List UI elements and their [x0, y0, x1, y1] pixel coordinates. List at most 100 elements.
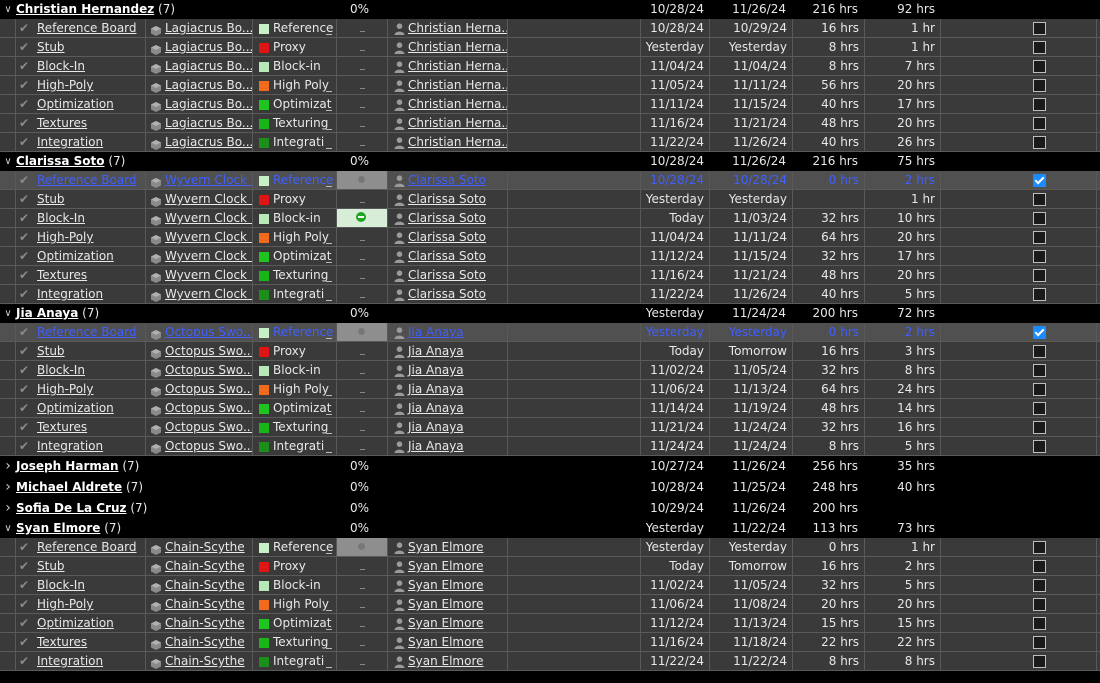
status-cell[interactable]: Reference — [253, 323, 337, 341]
task-name-cell[interactable]: ✔ Reference Board — [15, 171, 146, 189]
logged-cell[interactable]: 22 hrs — [865, 633, 941, 651]
assignee-cell[interactable]: Jia Anaya — [388, 361, 508, 379]
start-date-cell[interactable]: 11/06/24 — [641, 595, 710, 613]
bid-cell[interactable]: 32 hrs — [793, 209, 865, 227]
entity-cell[interactable]: Wyvern Clock ... — [146, 266, 253, 284]
checkbox-cell[interactable] — [941, 538, 1097, 556]
task-row[interactable]: ✔ High-Poly Lagiacrus Bo... High Poly Christ… — [0, 76, 1100, 95]
checkbox-cell[interactable] — [941, 557, 1097, 575]
status-cell[interactable]: Texturing — [253, 266, 337, 284]
entity-link[interactable]: Chain-Scythe — [165, 576, 245, 594]
task-name-cell[interactable]: ✔ Reference Board — [15, 323, 146, 341]
entity-cell[interactable]: Wyvern Clock ... — [146, 209, 253, 227]
entity-cell[interactable]: Octopus Swo... — [146, 342, 253, 360]
task-name-cell[interactable]: ✔ Textures — [15, 633, 146, 651]
bid-cell[interactable]: 40 hrs — [793, 285, 865, 303]
bid-cell[interactable] — [793, 190, 865, 208]
logged-cell[interactable]: 17 hrs — [865, 247, 941, 265]
entity-link[interactable]: Chain-Scythe — [165, 595, 245, 613]
row-checkbox[interactable] — [1033, 288, 1046, 301]
task-name-cell[interactable]: ✔ Textures — [15, 266, 146, 284]
logged-cell[interactable]: 26 hrs — [865, 133, 941, 151]
status-cell[interactable]: Optimizat — [253, 614, 337, 632]
task-name-cell[interactable]: ✔ Stub — [15, 557, 146, 575]
status-cell[interactable]: Proxy — [253, 190, 337, 208]
bid-cell[interactable]: 22 hrs — [793, 633, 865, 651]
checkbox-cell[interactable] — [941, 19, 1097, 37]
start-date-cell[interactable]: 11/11/24 — [641, 95, 710, 113]
group-row[interactable]: › Joseph Harman (7) 0% 10/27/24 11/26/24 256 … — [0, 456, 1100, 477]
task-name-link[interactable]: Textures — [37, 633, 87, 651]
logged-cell[interactable]: 2 hrs — [865, 323, 941, 341]
task-name-link[interactable]: Optimization — [37, 95, 114, 113]
status-cell[interactable]: High Poly — [253, 76, 337, 94]
task-name-cell[interactable]: ✔ Integration — [15, 133, 146, 151]
due-date-cell[interactable]: 11/21/24 — [710, 114, 793, 132]
assignee-link[interactable]: Christian Herna... — [408, 133, 507, 151]
status-cell[interactable]: Block-in — [253, 361, 337, 379]
status-cell[interactable]: Integrati — [253, 437, 337, 455]
entity-link[interactable]: Lagiacrus Bo... — [165, 133, 252, 151]
row-checkbox[interactable] — [1033, 345, 1046, 358]
assignee-cell[interactable]: Jia Anaya — [388, 399, 508, 417]
row-checkbox[interactable] — [1033, 440, 1046, 453]
row-checkbox[interactable] — [1033, 421, 1046, 434]
task-name-link[interactable]: Reference Board — [37, 538, 137, 556]
logged-cell[interactable]: 20 hrs — [865, 114, 941, 132]
task-row[interactable]: ✔ Optimization Wyvern Clock ... Optimizat Cl… — [0, 247, 1100, 266]
group-name-link[interactable]: Clarissa Soto — [16, 154, 104, 168]
logged-cell[interactable]: 24 hrs — [865, 380, 941, 398]
assignee-link[interactable]: Jia Anaya — [408, 380, 464, 398]
status-cell[interactable]: Texturing — [253, 114, 337, 132]
start-date-cell[interactable]: 11/06/24 — [641, 380, 710, 398]
chevron-right-icon[interactable]: › — [3, 456, 13, 477]
task-row[interactable]: ✔ Stub Octopus Swo... Proxy Jia Anaya Today To… — [0, 342, 1100, 361]
task-name-cell[interactable]: ✔ Integration — [15, 285, 146, 303]
task-name-cell[interactable]: ✔ Block-In — [15, 209, 146, 227]
task-name-cell[interactable]: ✔ Block-In — [15, 576, 146, 594]
entity-cell[interactable]: Octopus Swo... — [146, 418, 253, 436]
status-cell[interactable]: Integrati — [253, 285, 337, 303]
group-row[interactable]: ∨ Jia Anaya (7) 0% Yesterday 11/24/24 200 hrs… — [0, 304, 1100, 323]
assignee-cell[interactable]: Syan Elmore — [388, 595, 508, 613]
entity-cell[interactable]: Lagiacrus Bo... — [146, 114, 253, 132]
row-checkbox[interactable] — [1033, 250, 1046, 263]
task-name-link[interactable]: Block-In — [37, 209, 85, 227]
status-cell[interactable]: Block-in — [253, 57, 337, 75]
entity-link[interactable]: Octopus Swo... — [165, 361, 252, 379]
assignee-cell[interactable]: Syan Elmore — [388, 576, 508, 594]
pipeline-step-cell[interactable] — [337, 247, 388, 265]
task-name-link[interactable]: Optimization — [37, 399, 114, 417]
task-name-cell[interactable]: ✔ Stub — [15, 38, 146, 56]
row-checkbox[interactable] — [1033, 383, 1046, 396]
status-cell[interactable]: Proxy — [253, 38, 337, 56]
task-name-cell[interactable]: ✔ Stub — [15, 190, 146, 208]
assignee-link[interactable]: Christian Herna... — [408, 76, 507, 94]
entity-link[interactable]: Lagiacrus Bo... — [165, 76, 252, 94]
start-date-cell[interactable]: Yesterday — [641, 538, 710, 556]
group-row[interactable]: › Michael Aldrete (7) 0% 10/28/24 11/25/24 24… — [0, 477, 1100, 498]
assignee-link[interactable]: Jia Anaya — [408, 342, 464, 360]
due-date-cell[interactable]: 11/03/24 — [710, 209, 793, 227]
task-row[interactable]: ✔ Reference Board Chain-Scythe Reference Sya… — [0, 538, 1100, 557]
entity-cell[interactable]: Chain-Scythe — [146, 557, 253, 575]
task-name-cell[interactable]: ✔ Block-In — [15, 57, 146, 75]
checkbox-cell[interactable] — [941, 595, 1097, 613]
checkbox-cell[interactable] — [941, 247, 1097, 265]
assignee-cell[interactable]: Syan Elmore — [388, 557, 508, 575]
task-row[interactable]: ✔ Textures Lagiacrus Bo... Texturing Christi… — [0, 114, 1100, 133]
task-name-link[interactable]: High-Poly — [37, 76, 94, 94]
group-name-link[interactable]: Joseph Harman — [16, 459, 119, 473]
status-cell[interactable]: Proxy — [253, 342, 337, 360]
assignee-link[interactable]: Christian Herna... — [408, 114, 507, 132]
checkbox-cell[interactable] — [941, 266, 1097, 284]
row-checkbox[interactable] — [1033, 231, 1046, 244]
start-date-cell[interactable]: Today — [641, 342, 710, 360]
bid-cell[interactable]: 64 hrs — [793, 380, 865, 398]
group-name-link[interactable]: Syan Elmore — [16, 521, 100, 535]
logged-cell[interactable]: 3 hrs — [865, 342, 941, 360]
assignee-cell[interactable]: Jia Anaya — [388, 342, 508, 360]
entity-link[interactable]: Chain-Scythe — [165, 614, 245, 632]
task-row[interactable]: ✔ Textures Chain-Scythe Texturing Syan Elmor… — [0, 633, 1100, 652]
bid-cell[interactable]: 64 hrs — [793, 228, 865, 246]
